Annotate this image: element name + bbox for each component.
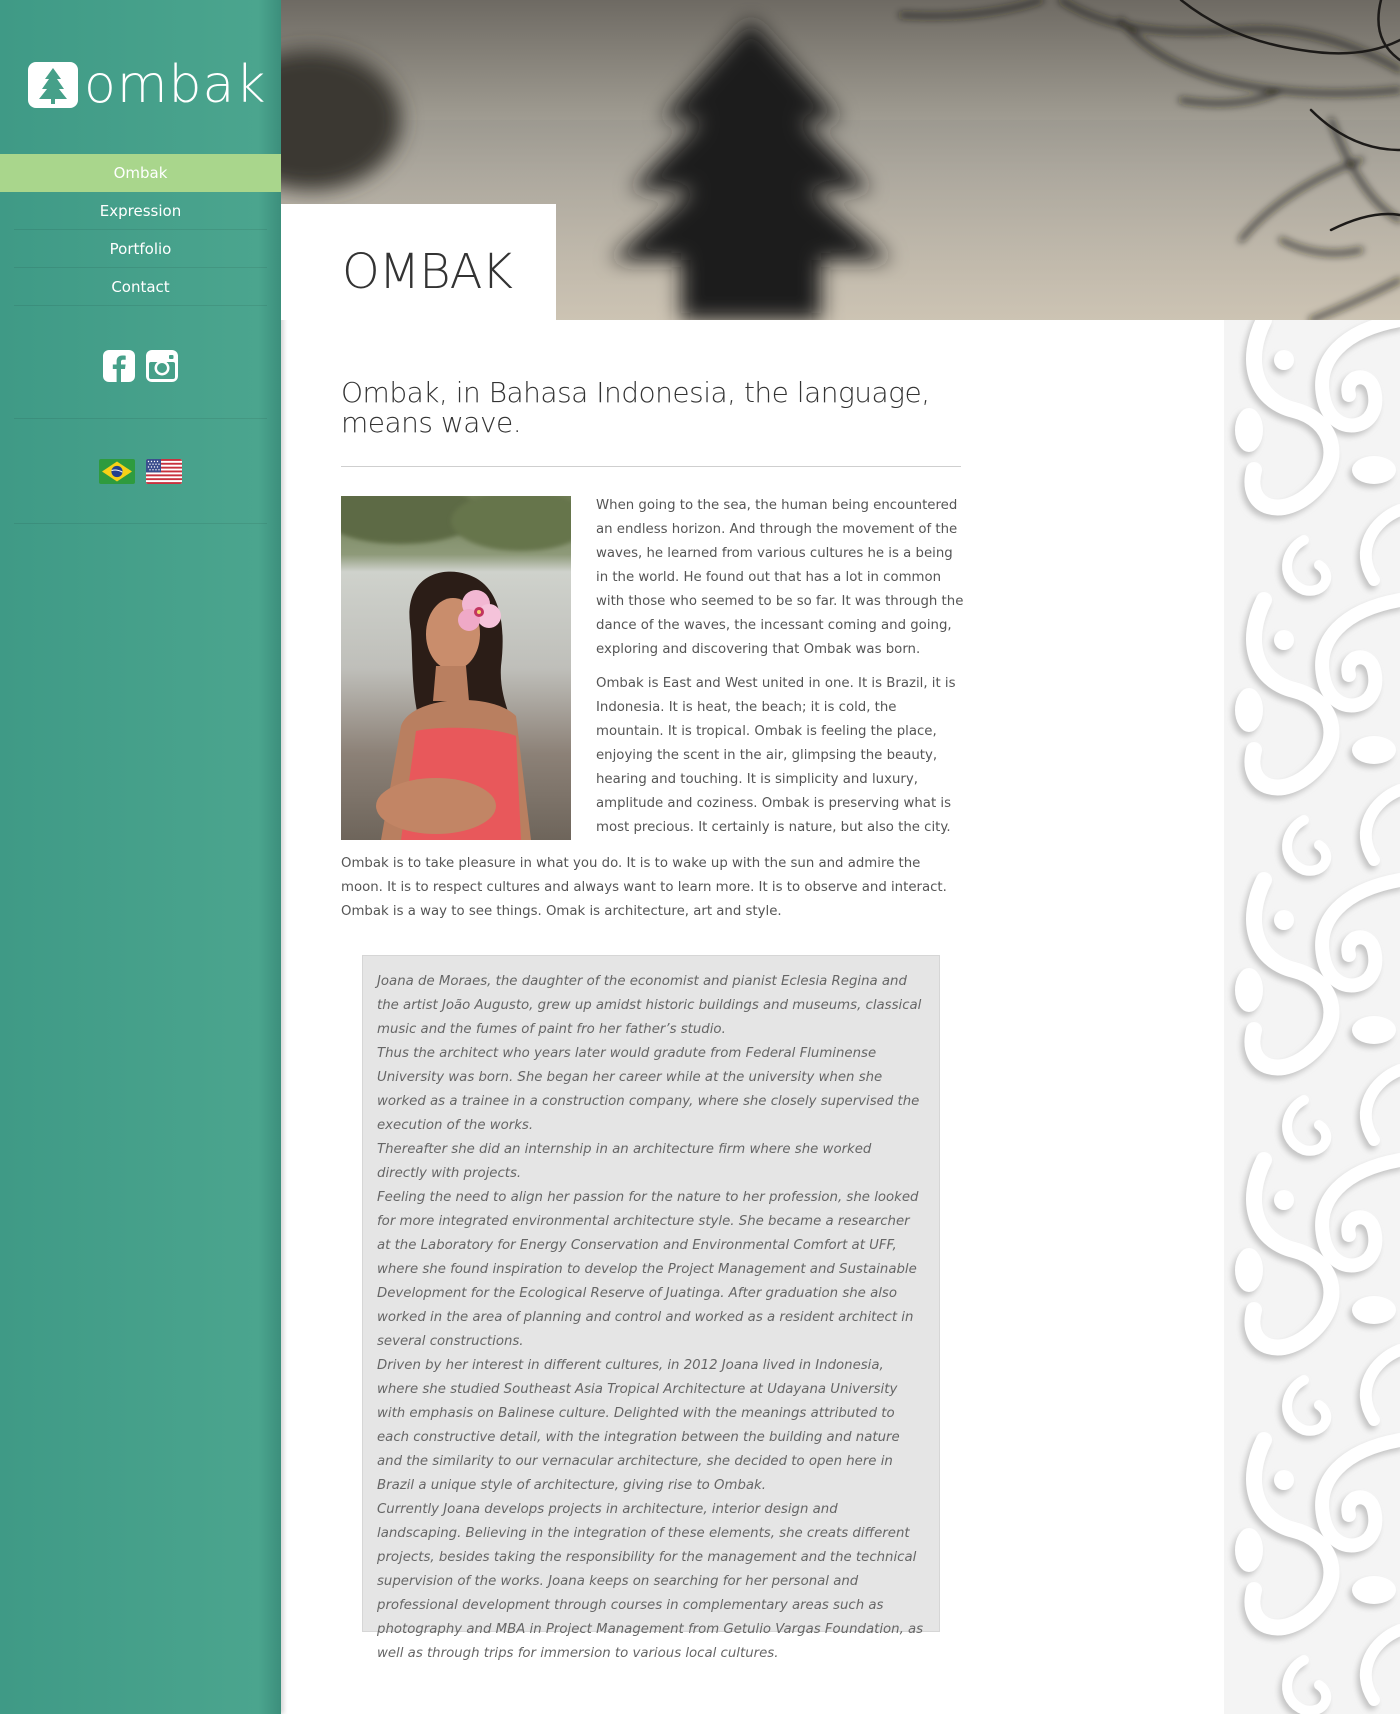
paragraph: Ombak is East and West united in one. It… [596, 676, 956, 835]
lead-heading: Ombak, in Bahasa Indonesia, the language… [341, 376, 930, 439]
main-nav: Ombak Expression Portfolio Contact [0, 154, 281, 306]
nav-item-portfolio[interactable]: Portfolio [14, 230, 267, 268]
bio-paragraph: Currently Joana develops projects in arc… [377, 1502, 924, 1661]
nav-item-ombak[interactable]: Ombak [0, 154, 281, 192]
portrait-photo [341, 496, 571, 840]
language-switcher [0, 459, 281, 484]
brand-name: ombak [84, 55, 267, 115]
divider [14, 523, 267, 524]
paragraph: When going to the sea, the human being e… [596, 498, 964, 657]
bio-paragraph: Thus the architect who years later would… [377, 1046, 920, 1133]
bio-box: Joana de Moraes, the daughter of the eco… [362, 955, 940, 1661]
bio-paragraph: Feeling the need to align her passion fo… [377, 1190, 919, 1349]
social-links [0, 350, 281, 382]
divider [341, 466, 961, 467]
bio-paragraph: Joana de Moraes, the daughter of the eco… [377, 974, 922, 1037]
sidebar: ombak Ombak Expression Portfolio Contact [0, 0, 281, 1714]
nav-item-expression[interactable]: Expression [14, 192, 267, 230]
bio-paragraph: Thereafter she did an internship in an a… [377, 1142, 872, 1181]
instagram-icon[interactable] [146, 350, 178, 382]
nav-item-contact[interactable]: Contact [14, 268, 267, 306]
paragraph: Ombak is to take pleasure in what you do… [341, 856, 947, 919]
brazil-flag-icon[interactable] [99, 459, 135, 484]
facebook-icon[interactable] [103, 350, 135, 382]
usa-flag-icon[interactable] [146, 459, 182, 484]
page-title: OMBAK [342, 244, 513, 300]
bio-paragraph: Driven by her interest in different cult… [377, 1358, 900, 1493]
ornament-panel [1224, 320, 1400, 1714]
main-content: Ombak, in Bahasa Indonesia, the language… [341, 376, 963, 919]
pine-tree-icon [28, 62, 78, 108]
hero-title-box: OMBAK [281, 204, 556, 320]
divider [14, 418, 267, 419]
logo[interactable]: ombak [28, 55, 267, 115]
